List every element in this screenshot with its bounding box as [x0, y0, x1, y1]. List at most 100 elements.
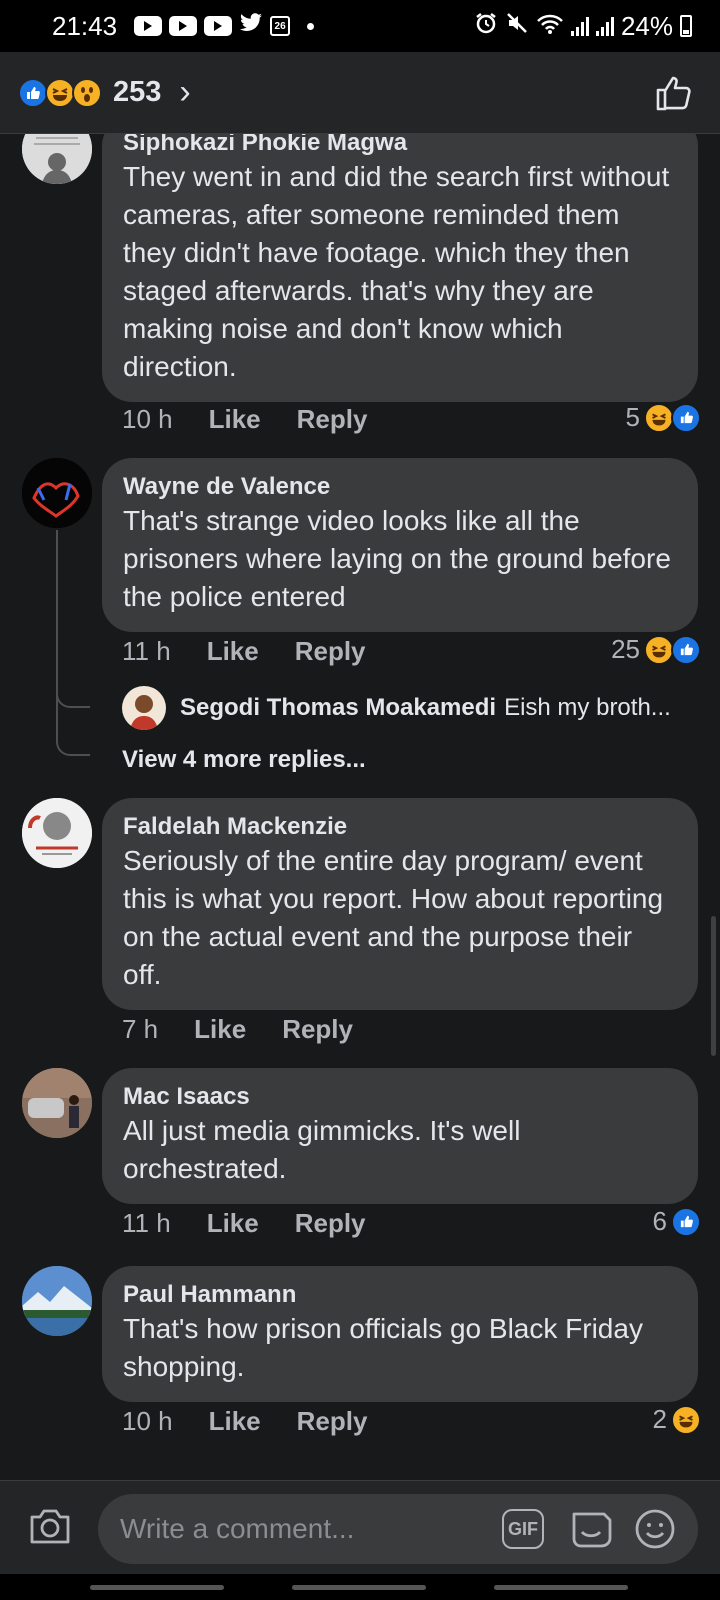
reply-preview[interactable]: Segodi Thomas Moakamedi Eish my broth...	[122, 686, 698, 730]
like-comment-button[interactable]: Like	[194, 1014, 246, 1045]
like-comment-button[interactable]: Like	[207, 1208, 259, 1239]
nav-back-indicator[interactable]	[494, 1585, 628, 1590]
avatar[interactable]	[22, 458, 92, 528]
comment-reaction-count: 6	[652, 1206, 667, 1236]
comment-time[interactable]: 10 h	[122, 1406, 173, 1437]
avatar[interactable]	[22, 798, 92, 868]
reply-comment-button[interactable]: Reply	[295, 1208, 366, 1239]
comment-composer: GIF	[0, 1480, 720, 1574]
scrollbar[interactable]	[711, 916, 716, 1056]
sticker-button[interactable]	[568, 1506, 614, 1552]
comment-text: Seriously of the entire day program/ eve…	[123, 845, 664, 990]
comment-author[interactable]: Paul Hammann	[123, 1280, 678, 1310]
comment-text: All just media gimmicks. It's well orche…	[123, 1115, 521, 1184]
avatar[interactable]	[22, 134, 92, 184]
comment-reaction-count: 25	[611, 634, 640, 664]
comment-bubble[interactable]: Siphokazi Phokie Magwa They went in and …	[102, 134, 698, 402]
comment-reactions[interactable]: 25	[611, 634, 701, 665]
like-comment-button[interactable]: Like	[209, 1406, 261, 1437]
comment-reactions[interactable]: 6	[652, 1206, 701, 1237]
comment-time[interactable]: 11 h	[122, 1208, 171, 1239]
like-reaction-icon	[671, 1206, 701, 1237]
comment-text: They went in and did the search first wi…	[123, 161, 670, 382]
alarm-icon	[474, 11, 498, 42]
comment-reactions[interactable]: 2	[652, 1404, 701, 1435]
haha-reaction-icon	[671, 1404, 701, 1435]
signal-icon	[595, 16, 614, 36]
comment-input-box[interactable]: GIF	[98, 1494, 698, 1564]
youtube-icon	[204, 16, 233, 36]
comment-text: That's strange video looks like all the …	[123, 505, 671, 612]
comment-reaction-count: 2	[652, 1404, 667, 1434]
comments-header: 253 ›	[0, 52, 720, 134]
reply-comment-button[interactable]: Reply	[297, 1406, 368, 1437]
nav-home-indicator[interactable]	[292, 1585, 426, 1590]
comment-input[interactable]	[120, 1513, 480, 1545]
comment-actions: 10 h Like Reply	[122, 404, 403, 435]
reply-comment-button[interactable]: Reply	[282, 1014, 353, 1045]
status-bar-right: 24%	[474, 11, 692, 42]
comment-author[interactable]: Mac Isaacs	[123, 1082, 678, 1112]
comment-actions: 11 h Like Reply	[122, 636, 402, 667]
haha-reaction-icon	[644, 402, 674, 433]
signal-icon	[570, 16, 589, 36]
wow-reaction-icon	[72, 77, 102, 108]
comment-author[interactable]: Siphokazi Phokie Magwa	[123, 134, 678, 158]
twitter-icon	[239, 13, 263, 39]
youtube-icon	[134, 16, 163, 36]
sticker-icon	[572, 1512, 612, 1548]
emoji-button[interactable]	[634, 1508, 676, 1550]
system-nav-bar	[0, 1574, 720, 1600]
like-reaction-icon	[671, 634, 701, 665]
comment-bubble[interactable]: Paul Hammann That's how prison officials…	[102, 1266, 698, 1402]
comment-bubble[interactable]: Wayne de Valence That's strange video lo…	[102, 458, 698, 632]
avatar[interactable]	[22, 1266, 92, 1336]
emoji-icon	[635, 1509, 675, 1549]
camera-icon	[30, 1509, 70, 1544]
notification-dot-icon	[307, 22, 315, 30]
comment-time[interactable]: 11 h	[122, 636, 171, 667]
calendar-icon: 26	[270, 16, 291, 36]
comment-text: That's how prison officials go Black Fri…	[123, 1313, 643, 1382]
avatar	[122, 686, 166, 730]
comment-author[interactable]: Wayne de Valence	[123, 472, 678, 502]
nav-recent-indicator[interactable]	[90, 1585, 224, 1590]
battery-icon	[680, 15, 692, 37]
like-reaction-icon	[18, 77, 48, 108]
reply-comment-button[interactable]: Reply	[297, 404, 368, 435]
comment-reaction-count: 5	[625, 402, 640, 432]
like-reaction-icon	[671, 402, 701, 433]
comment-actions: 7 h Like Reply	[122, 1014, 389, 1045]
comment-time[interactable]: 7 h	[122, 1014, 158, 1045]
reply-snippet: Eish my broth...	[504, 694, 671, 721]
thread-connector	[56, 530, 90, 756]
reaction-count: 253	[113, 76, 162, 108]
gif-button[interactable]: GIF	[502, 1509, 544, 1549]
comments-list[interactable]: Siphokazi Phokie Magwa They went in and …	[0, 134, 720, 1480]
comment-bubble[interactable]: Faldelah Mackenzie Seriously of the enti…	[102, 798, 698, 1010]
reply-comment-button[interactable]: Reply	[295, 636, 366, 667]
comment-time[interactable]: 10 h	[122, 404, 173, 435]
haha-reaction-icon	[644, 634, 674, 665]
reply-author[interactable]: Segodi Thomas Moakamedi	[180, 694, 496, 722]
comment-actions: 11 h Like Reply	[122, 1208, 402, 1239]
comment-actions: 10 h Like Reply	[122, 1406, 403, 1437]
reaction-summary[interactable]: 253 ›	[18, 73, 191, 112]
youtube-icon	[169, 16, 198, 36]
avatar[interactable]	[22, 1068, 92, 1138]
haha-reaction-icon	[45, 77, 75, 108]
like-comment-button[interactable]: Like	[209, 404, 261, 435]
comment-author[interactable]: Faldelah Mackenzie	[123, 812, 678, 842]
camera-button[interactable]	[28, 1506, 72, 1546]
battery-percent: 24%	[620, 10, 673, 41]
view-more-replies-link[interactable]: View 4 more replies...	[122, 746, 366, 774]
comment-reactions[interactable]: 5	[625, 402, 701, 433]
thumbs-up-icon	[656, 76, 691, 110]
status-bar-left: 21:43 26	[52, 11, 315, 42]
comment-bubble[interactable]: Mac Isaacs All just media gimmicks. It's…	[102, 1068, 698, 1204]
like-comment-button[interactable]: Like	[207, 636, 259, 667]
like-post-button[interactable]	[654, 73, 694, 113]
wifi-icon	[536, 11, 564, 42]
mute-icon	[505, 11, 529, 42]
status-bar: 21:43 26 24%	[0, 0, 720, 52]
